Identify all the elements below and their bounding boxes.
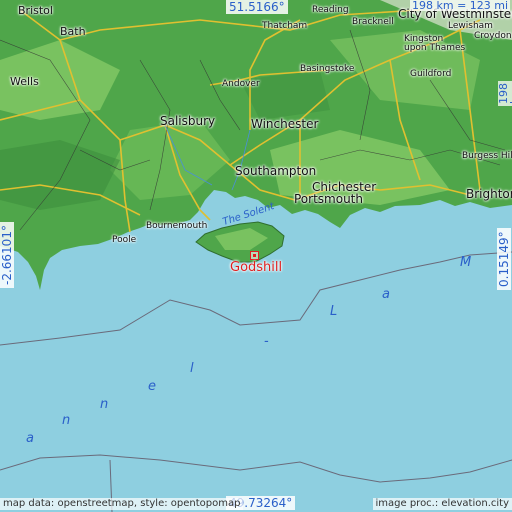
channel-letter: n [62,413,71,428]
place-marker[interactable] [250,251,259,260]
channel-letter: e [148,379,156,394]
city-label-andover: Andover [222,79,260,89]
city-label-portsmouth: Portsmouth [294,192,363,206]
city-label-lewisham: Lewisham [448,21,493,31]
footer-image-processing: image proc.: elevation.city [372,498,512,510]
channel-letter: L [330,304,338,319]
city-label-poole: Poole [112,235,137,245]
scale-horizontal: 198 km = 123 mi [410,0,511,12]
scale-vertical: 198 km = 123 mi [497,81,512,106]
coord-north: 51.5166° [226,0,288,14]
channel-letter: a [26,431,34,446]
city-label-burgess-hill: Burgess Hill [462,151,512,161]
city-label-brighton: Brighton [466,187,512,201]
channel-letter: a [382,287,390,302]
channel-letter: n [100,397,109,412]
city-label-kingston: Kingston upon Thames [404,34,466,53]
channel-letter: - [264,334,269,349]
coord-west: -2.66101° [0,222,14,288]
city-label-winchester: Winchester [251,117,319,131]
coord-east: 0.15149° [497,228,511,290]
city-label-southampton: Southampton [235,164,317,178]
channel-letter: M [460,255,472,270]
city-label-bournemouth: Bournemouth [146,221,208,231]
channel-letter: l [190,361,194,376]
city-label-salisbury: Salisbury [160,114,216,128]
city-label-bristol: Bristol [18,4,53,17]
city-label-croydon: Croydon [474,31,512,41]
city-label-reading: Reading [312,5,349,15]
city-label-thatcham: Thatcham [262,21,308,31]
place-name[interactable]: Godshill [230,261,282,274]
map-viewport[interactable]: Bristol Bath Wells Salisbury Andover Win… [0,0,512,512]
city-label-bath: Bath [60,25,86,38]
city-label-guildford: Guildford [410,69,452,79]
city-label-bracknell: Bracknell [352,17,394,27]
footer-attribution: map data: openstreetmap, style: opentopo… [0,498,244,510]
city-label-basingstoke: Basingstoke [300,64,355,74]
city-label-wells: Wells [10,75,39,88]
